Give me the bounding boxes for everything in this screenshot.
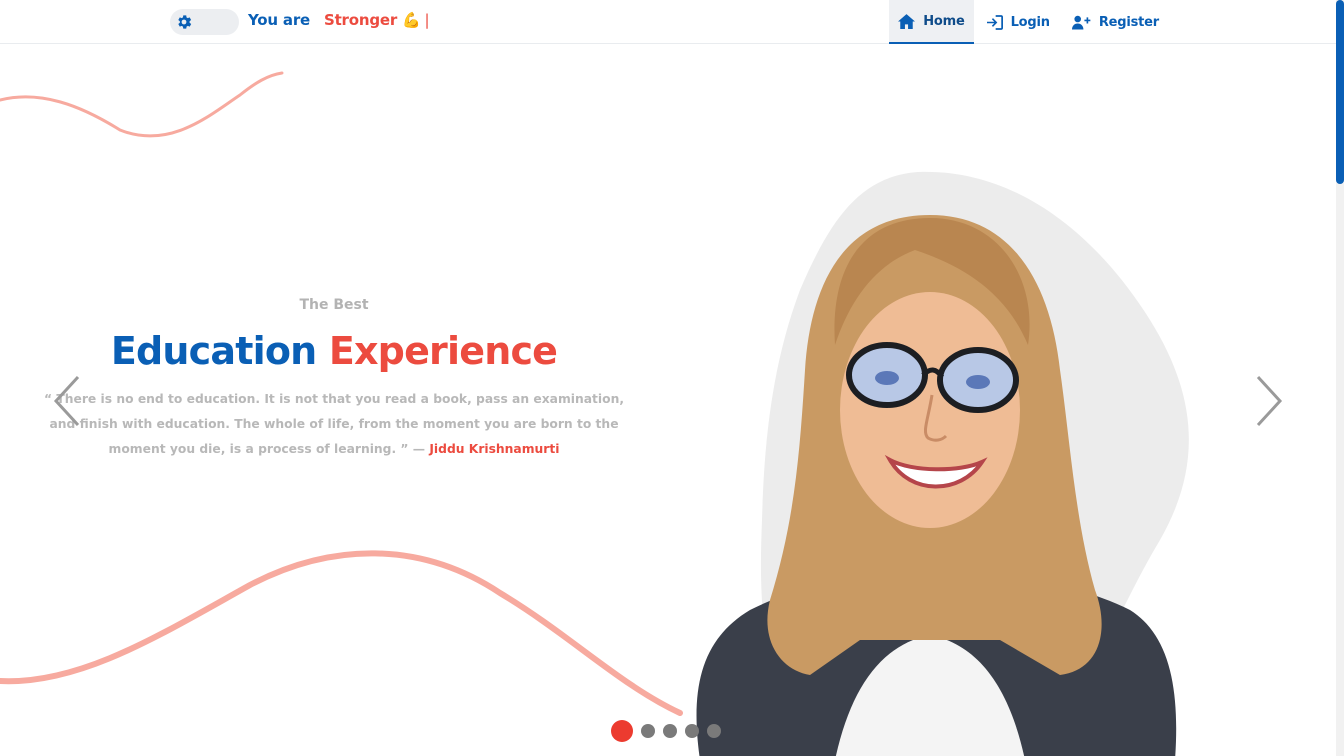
nav-item-register[interactable]: Register bbox=[1063, 0, 1168, 44]
slide-quote: “ There is no end to education. It is no… bbox=[30, 387, 638, 462]
carousel-indicator-3[interactable] bbox=[663, 724, 677, 738]
tagline-typed-text: Stronger 💪 bbox=[323, 11, 421, 29]
quote-author: Jiddu Krishnamurti bbox=[429, 442, 560, 456]
nav-item-home[interactable]: Home bbox=[889, 0, 974, 44]
page-scrollbar[interactable] bbox=[1336, 0, 1344, 756]
nav-item-login[interactable]: Login bbox=[978, 0, 1059, 44]
main-nav: Home Login Register bbox=[885, 0, 1168, 44]
carousel-indicator-4[interactable] bbox=[685, 724, 699, 738]
tagline-static-text: You are bbox=[248, 11, 310, 29]
headline-part-blue: Education bbox=[110, 329, 317, 373]
user-plus-icon bbox=[1071, 15, 1091, 30]
nav-item-label: Home bbox=[923, 13, 965, 29]
slide-caption: The Best Education Experience “ There is… bbox=[30, 297, 638, 462]
theme-toggle-switch[interactable] bbox=[170, 9, 239, 35]
slide-eyebrow: The Best bbox=[299, 297, 369, 313]
typed-tagline: You are Stronger 💪 | bbox=[248, 11, 430, 29]
carousel-indicator-2[interactable] bbox=[641, 724, 655, 738]
carousel-indicators bbox=[611, 720, 721, 742]
hero-portrait-image bbox=[696, 171, 1189, 756]
headline-part-red: Experience bbox=[328, 329, 558, 373]
home-icon bbox=[898, 13, 916, 29]
chevron-right-icon bbox=[1256, 375, 1283, 427]
hero-carousel: The Best Education Experience “ There is… bbox=[0, 45, 1336, 756]
carousel-indicator-1[interactable] bbox=[611, 720, 633, 742]
typing-cursor: | bbox=[424, 11, 430, 29]
scrollbar-thumb[interactable] bbox=[1336, 0, 1344, 184]
slide-headline: Education Experience bbox=[30, 329, 638, 373]
carousel-next-button[interactable] bbox=[1252, 373, 1286, 429]
nav-item-label: Login bbox=[1010, 14, 1050, 30]
carousel-indicator-5[interactable] bbox=[707, 724, 721, 738]
chevron-left-icon bbox=[53, 375, 80, 427]
carousel-prev-button[interactable] bbox=[50, 373, 84, 429]
gear-icon bbox=[173, 11, 195, 33]
nav-item-label: Register bbox=[1098, 14, 1159, 30]
login-icon bbox=[986, 14, 1003, 30]
top-navbar: You are Stronger 💪 | Home Login Register bbox=[0, 0, 1336, 44]
